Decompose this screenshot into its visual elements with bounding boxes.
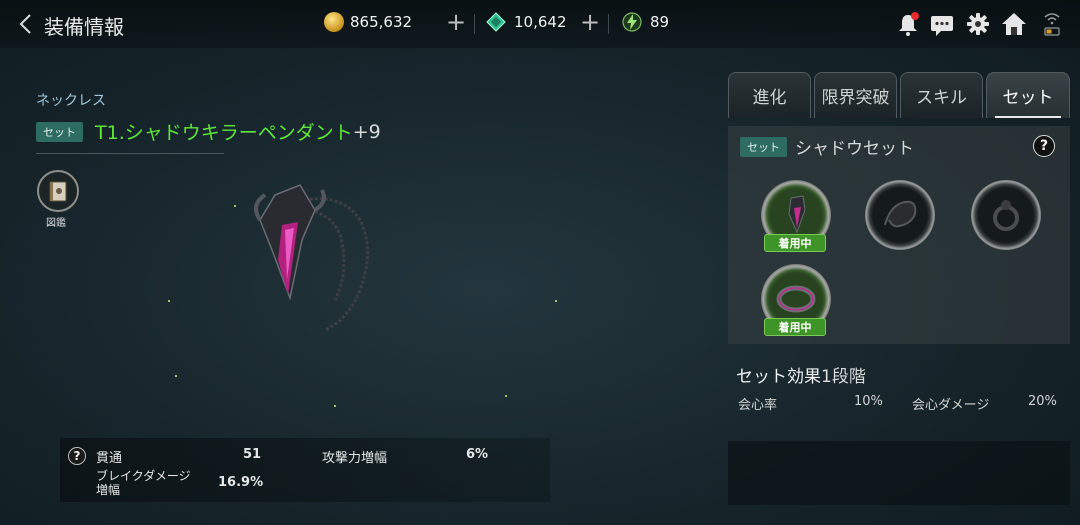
set-effect-label: セット効果 [736,367,821,387]
gold-amount: 865,632 [350,13,413,31]
tab-skill[interactable]: スキル [900,72,983,118]
home-icon[interactable] [1000,10,1028,38]
particle [505,395,507,397]
item-name: T1.シャドウキラーペンダント [95,122,353,144]
shadow-pendant-image [254,184,369,332]
stamina-counter: 89 [622,12,669,32]
equipped-badge: 着用中 [764,318,826,336]
stat-label: 攻撃力増幅 [322,451,388,466]
effect-detail-panel [728,441,1070,505]
equipped-badge: 着用中 [764,234,826,252]
stat-value: 6% [466,447,489,462]
divider [36,153,224,154]
stat-value: 51 [243,447,262,462]
lightning-stamina-icon [622,12,642,32]
particle [334,405,336,407]
add-gold-button[interactable]: + [446,10,466,34]
tab-set[interactable]: セット [986,72,1070,118]
notification-bell-icon[interactable] [894,10,922,38]
dragon-icon [884,200,917,228]
divider [608,14,609,34]
divider [474,14,475,34]
encyclopedia-label: 図鑑 [46,218,66,229]
effect-label: 会心ダメージ [912,398,990,413]
particle [175,375,177,377]
gold-counter: 865,632 [324,12,412,32]
add-gems-button[interactable]: + [580,10,600,34]
tab-bar: 進化 限界突破 スキル セット [728,72,1070,118]
gear-icon[interactable] [964,10,992,38]
back-arrow-icon[interactable] [16,12,36,36]
gem-counter: 10,642 [486,12,567,32]
stat-value: 16.9% [218,475,264,490]
enhance-level: +9 [352,120,381,143]
tab-evolution[interactable]: 進化 [728,72,811,118]
gold-coin-icon [324,12,344,32]
stamina-amount: 89 [650,13,670,31]
stats-help-icon[interactable]: ? [68,447,86,465]
set-badge: セット [740,136,787,157]
set-badge: セット [36,121,83,142]
particle [555,300,557,302]
green-gem-icon [486,12,506,32]
item-category: ネックレス [36,93,106,109]
effect-value: 20% [1028,394,1057,409]
effect-value: 10% [854,394,883,409]
ring-icon [993,200,1019,231]
effect-label: 会心率 [738,398,778,413]
set-slot-ring[interactable] [971,180,1041,250]
stat-label: ブレイクダメージ増幅 [96,469,191,497]
set-effect-level: 1段階 [821,367,866,387]
set-help-icon[interactable]: ? [1033,135,1055,157]
set-slot-dragon[interactable] [865,180,935,250]
set-name: シャドウセット [795,139,914,159]
book-icon [49,181,67,202]
gem-amount: 10,642 [514,13,567,31]
chat-icon[interactable] [928,10,956,38]
page-title: 装備情報 [44,15,124,39]
encyclopedia-button[interactable] [37,170,79,212]
particle [234,205,236,207]
stat-label: 貫通 [96,451,123,466]
item-name-row: セット T1.シャドウキラーペンダント +9 [36,118,381,145]
set-effect-title: セット効果1段階 [736,362,866,387]
set-title-row: セット シャドウセット [740,134,914,159]
tab-limit-break[interactable]: 限界突破 [814,72,897,118]
particle [168,300,170,302]
wifi-battery-icon [1044,13,1060,36]
